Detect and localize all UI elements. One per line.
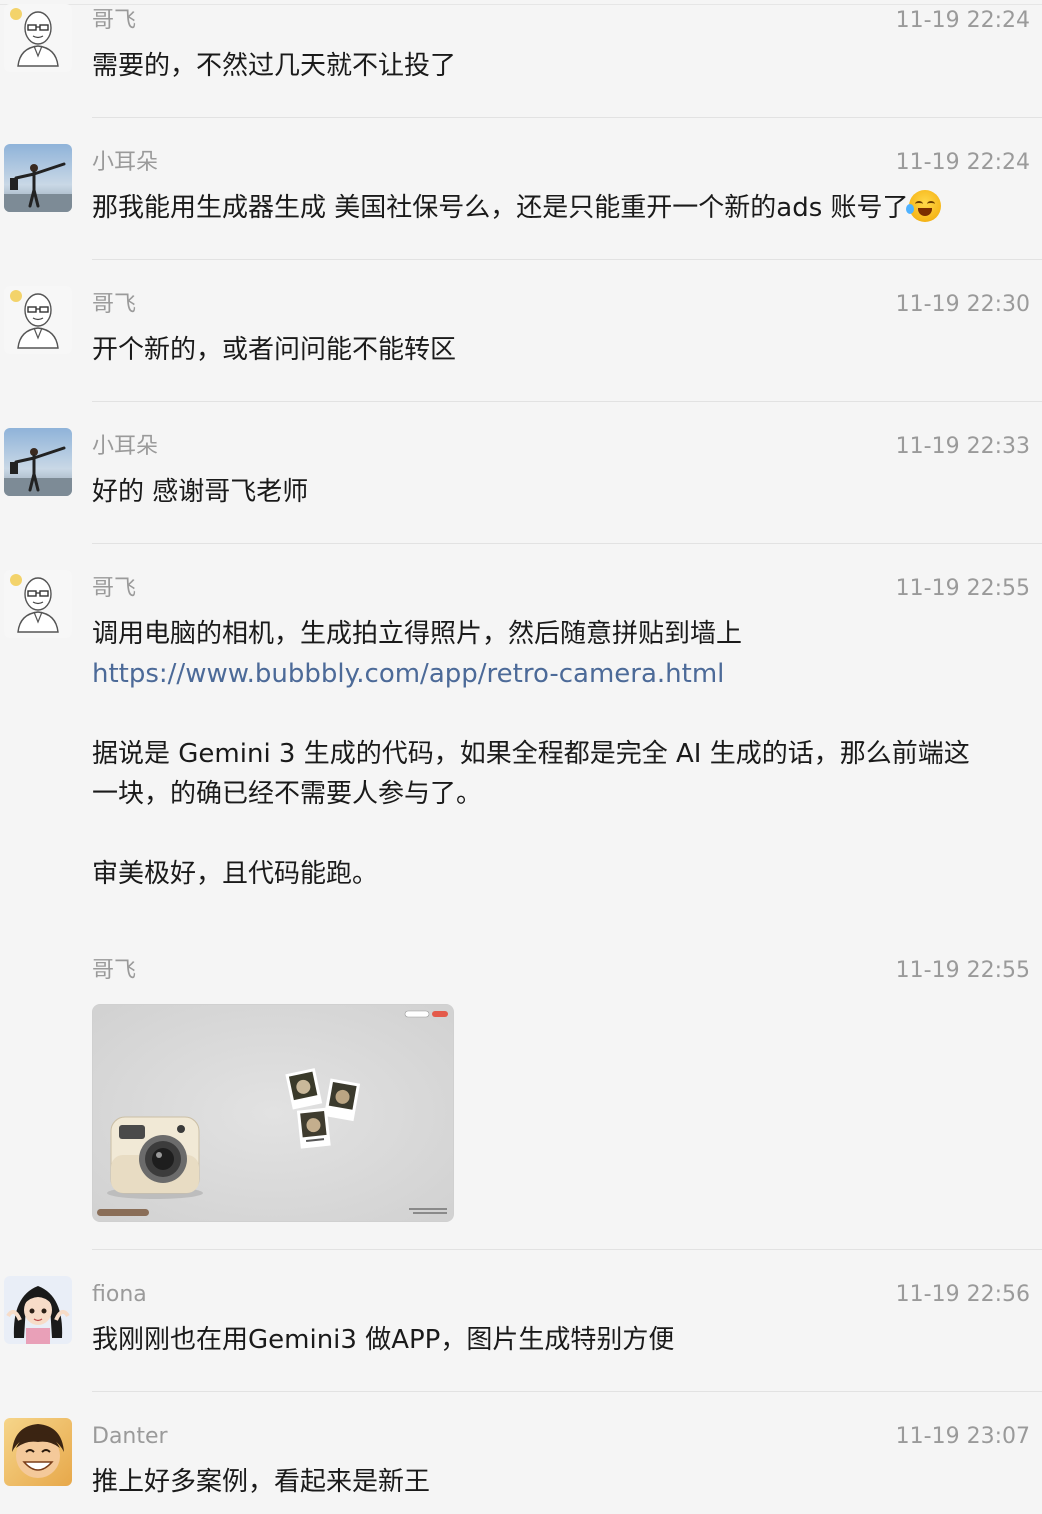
anime-girl-avatar-icon [4,1276,72,1344]
bald-man-avatar-icon [4,286,72,354]
message-text: 调用电脑的相机，生成拍立得照片，然后随意拼贴到墙上 [92,619,743,649]
divider [92,259,1042,260]
message-text: 推上好多案例，看起来是新王 [92,1467,431,1497]
sender-name: 小耳朵 [92,434,159,459]
bald-man-avatar-icon [4,570,72,638]
timestamp: 11-19 22:24 [895,8,1030,33]
message-text: 我刚刚也在用Gemini3 做APP，图片生成特别方便 [92,1325,675,1355]
beach-person-avatar-icon [4,428,72,496]
timestamp: 11-19 22:24 [895,150,1030,175]
message-text: 需要的，不然过几天就不让投了 [92,51,457,81]
sender-name: 小耳朵 [92,150,159,175]
divider [92,401,1042,402]
divider [92,1249,1042,1250]
sender-name: Danter [92,1424,168,1449]
divider [92,543,1042,544]
bald-man-avatar-icon [4,4,72,72]
message-text: 开个新的，或者问问能不能转区 [92,335,457,365]
beach-person-avatar-icon [4,144,72,212]
avatar[interactable] [4,428,72,496]
sender-name: 哥飞 [92,576,137,601]
avatar[interactable] [4,144,72,212]
avatar[interactable] [4,1418,72,1486]
timestamp: 11-19 22:33 [895,434,1030,459]
timestamp: 11-19 22:30 [895,292,1030,317]
divider [92,117,1042,118]
divider [92,1391,1042,1392]
timestamp: 11-19 23:07 [895,1424,1030,1449]
smiling-boy-avatar-icon [4,1418,72,1486]
message-text: 审美极好，且代码能跑。 [92,859,379,889]
image-attachment[interactable] [92,1004,454,1222]
avatar[interactable] [4,1276,72,1344]
sender-name: 哥飞 [92,292,137,317]
retro-camera-app-screenshot-icon [93,1005,453,1221]
avatar[interactable] [4,570,72,638]
message-text: 据说是 Gemini 3 生成的代码，如果全程都是完全 AI 生成的话，那么前端… [92,739,970,769]
rolling-laughing-emoji-icon [905,190,941,222]
message-text-content: 那我能用生成器生成 美国社保号么，还是只能重开一个新的ads 账号了 [92,193,909,223]
sender-name: 哥飞 [92,8,137,33]
timestamp: 11-19 22:56 [895,1282,1030,1307]
message-text: 那我能用生成器生成 美国社保号么，还是只能重开一个新的ads 账号了 [92,188,1026,228]
avatar[interactable] [4,4,72,72]
message-text: 好的 感谢哥飞老师 [92,477,309,507]
timestamp: 11-19 22:55 [895,576,1030,601]
avatar[interactable] [4,286,72,354]
message-link[interactable]: https://www.bubbbly.com/app/retro-camera… [92,654,1026,694]
sender-name: 哥飞 [92,958,137,983]
message-text: 一块，的确已经不需要人参与了。 [92,779,483,809]
sender-name: fiona [92,1282,147,1307]
top-divider [0,4,1042,5]
timestamp: 11-19 22:55 [895,958,1030,983]
